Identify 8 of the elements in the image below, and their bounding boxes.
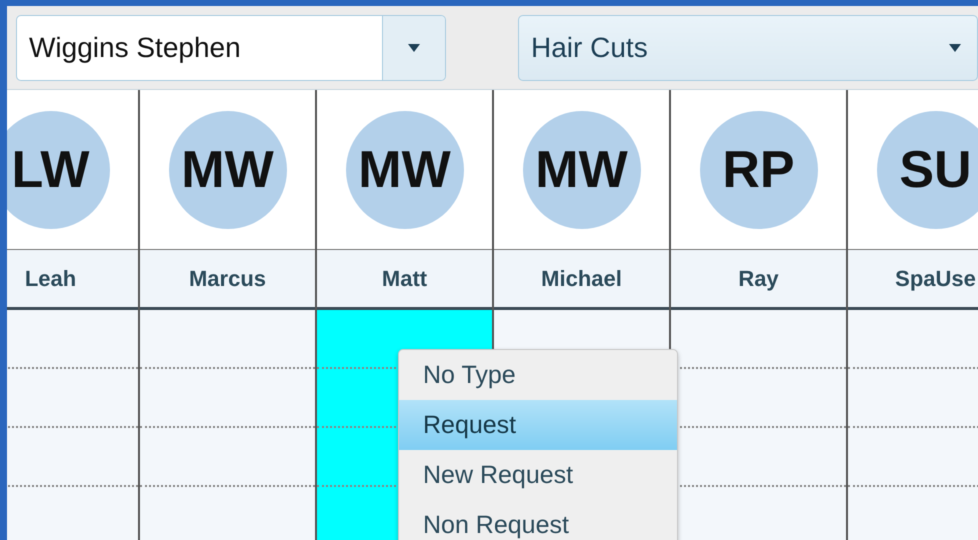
avatar: MW (346, 110, 464, 228)
avatar: MW (168, 110, 286, 228)
avatar: SU (876, 110, 978, 228)
service-select-value: Hair Cuts (531, 32, 648, 64)
avatar: MW (522, 110, 640, 228)
avatar: RP (700, 110, 818, 228)
staff-select-value: Wiggins Stephen (28, 30, 242, 65)
avatar: LW (7, 110, 110, 228)
